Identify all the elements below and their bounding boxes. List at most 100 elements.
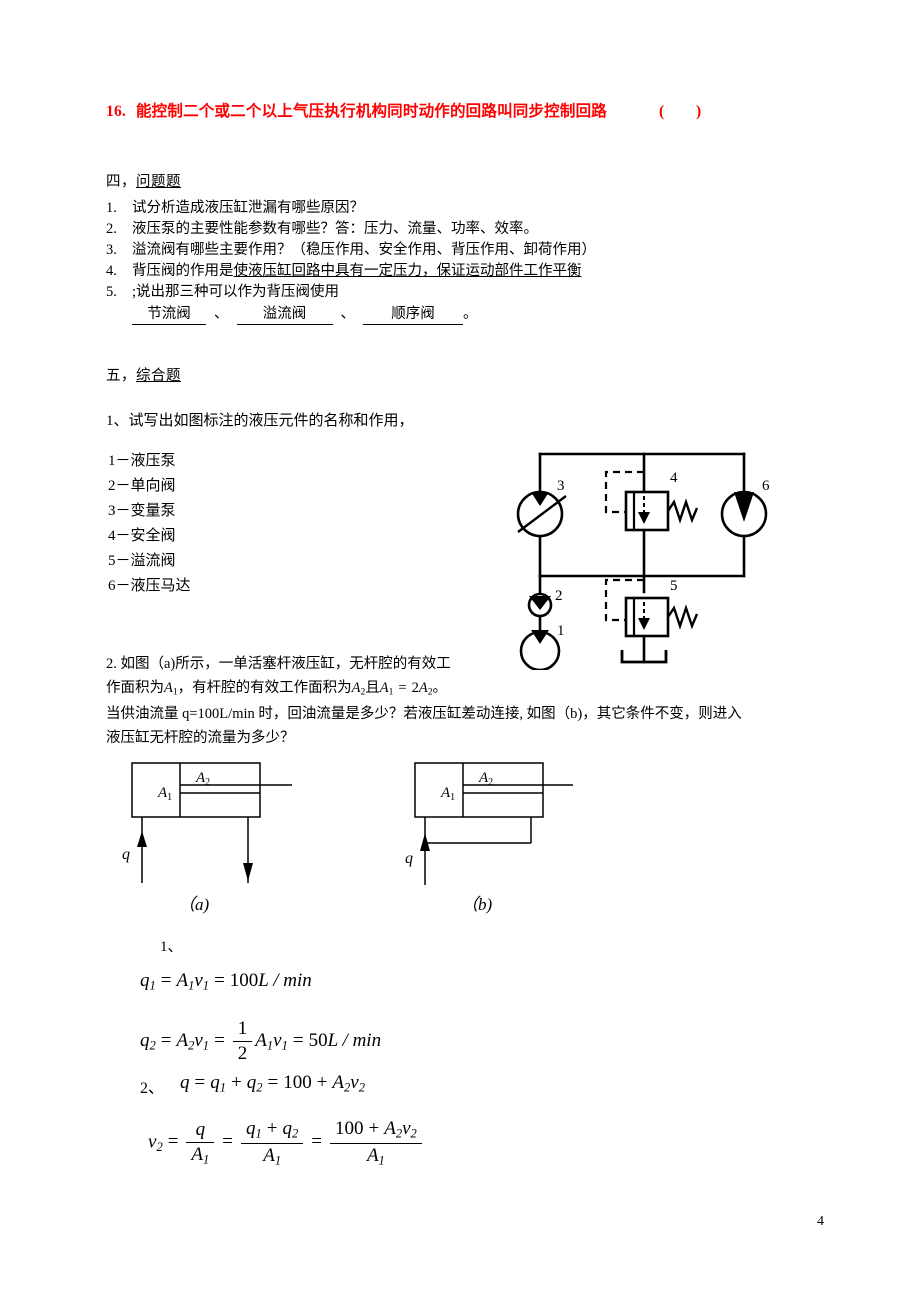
figure-a-q-label: q (122, 846, 130, 863)
eq3-v2: v (350, 1072, 359, 1093)
eq2-A2: A (255, 1029, 267, 1051)
section-4-heading-prefix: 四， (106, 174, 136, 190)
component-legend-item: 5－溢流阀 (108, 553, 176, 569)
p2-l2-d: A (379, 680, 389, 696)
eq3-q: q (180, 1072, 190, 1093)
safety-valve-symbol (604, 470, 699, 532)
eq3-q1: q (210, 1072, 220, 1093)
cylinder-figure-b: A1 A2 q （b) (405, 762, 573, 914)
question-item: 2. 液压泵的主要性能参数有哪些？答：压力、流量、功率、效率。 (106, 220, 604, 239)
p2-l2-eq: = (398, 680, 407, 696)
eq4-f2-q2: q (282, 1118, 293, 1139)
eq3-number: 100 (283, 1072, 312, 1093)
blank-period: 。 (463, 306, 478, 322)
circuit-label-3: 3 (557, 478, 565, 494)
eq4-f1-bot: A1 (186, 1141, 215, 1168)
question-item: 4. 背压阀的作用是使液压缸回路中具有一定压力，保证运动部件工作平衡 (106, 262, 604, 281)
blank-answer-1: 节流阀 (132, 305, 206, 325)
question-item: 3. 溢流阀有哪些主要作用？（稳压作用、安全作用、背压作用、卸荷作用） (106, 241, 604, 260)
question-5-blanks-row: 节流阀 、 溢流阀 、 顺序阀 。 (132, 305, 604, 325)
circuit-label-6: 6 (762, 478, 770, 494)
question-item-number: 4. (106, 263, 117, 279)
question-16-answer-box: ( ) (659, 103, 716, 120)
eq2-fraction-half: 12 (232, 1018, 253, 1065)
question-item-text: 液压泵的主要性能参数有哪些？答：压力、流量、功率、效率。 (132, 221, 538, 237)
circuit-label-1: 1 (557, 623, 565, 639)
solution-step-1-label: 1、 (160, 939, 183, 955)
solution-equation-1: q1 = A1v1 = 100L / min (140, 970, 312, 993)
p2-l2-A1: A (164, 680, 173, 696)
component-legend-item: 2－单向阀 (108, 478, 176, 494)
component-legend-item: 4－安全阀 (108, 528, 176, 544)
eq4-f2-bot-A-sub: 1 (274, 1153, 282, 1167)
p2-l2-A2b: A (418, 680, 428, 696)
eq2-lhs: q (140, 1029, 150, 1051)
circuit-label-5: 5 (670, 578, 678, 594)
problem-1-prompt: 1、试写出如图标注的液压元件的名称和作用， (106, 413, 414, 429)
problem-2-line-4: 液压缸无杆腔的流量为多少？ (106, 730, 295, 746)
blank-separator-1: 、 (214, 306, 229, 322)
cylinder-figure-a: A1 A2 q （a) (122, 762, 292, 914)
eq2-lhs-sub: 2 (149, 1038, 156, 1053)
question-item: 1. 试分析造成液压缸泄漏有哪些原因？ (106, 199, 604, 218)
question-item-number: 2. (106, 221, 117, 237)
document-page: 16. 能控制二个或二个以上气压执行机构同时动作的回路叫同步控制回路 ( ) 四，问… (0, 0, 920, 1302)
eq4-f3-v2: v (402, 1118, 411, 1139)
eq4-f2-q2-sub: 2 (292, 1126, 299, 1141)
eq2-A: A (176, 1029, 189, 1051)
eq4-f1-bot-A: A (191, 1143, 204, 1165)
eq4-fraction-1: q A1 (186, 1118, 215, 1168)
solution-equation-4: v2 = q A1 = q1 + q2 A1 = 100 + A2v2 A1 (148, 1118, 425, 1168)
question-item-text: 溢流阀有哪些主要作用？（稳压作用、安全作用、背压作用、卸荷作用） (132, 242, 596, 258)
solution-step-2-label: 2、 (140, 1080, 165, 1097)
p2-l2-b: ，有杆腔的有效工作面积为 (177, 680, 352, 696)
section-4-heading-title: 问题题 (136, 174, 181, 190)
inlet-arrow-icon (420, 833, 430, 851)
eq3-q1-sub: 1 (219, 1080, 226, 1095)
solution-equation-3: q = q1 + q2 = 100 + A2v2 (180, 1072, 365, 1095)
eq1-lhs-sub: 1 (149, 978, 156, 993)
eq1-result-unit: L / min (258, 970, 312, 991)
p2-l2-a: 作面积为 (106, 680, 164, 696)
p2-l2-A2: A (351, 680, 361, 696)
eq4-fraction-3: 100 + A2v2 A1 (329, 1118, 422, 1169)
question-16-number: 16. (106, 103, 126, 120)
eq2-frac-top: 1 (237, 1018, 248, 1039)
eq4-f1-bot-A-sub: 1 (203, 1152, 210, 1167)
eq3-v2-sub: 2 (358, 1080, 365, 1095)
blank-answer-2: 溢流阀 (236, 305, 333, 325)
blank-separator-2: 、 (340, 306, 356, 322)
eq4-f2-q1: q (246, 1118, 256, 1139)
section-5-heading: 五，综合题 (106, 364, 181, 385)
section-4-heading: 四，问题题 (106, 170, 181, 191)
component-legend-item: 3－变量泵 (108, 503, 176, 519)
eq2-v2: v (273, 1029, 282, 1051)
circuit-label-2: 2 (555, 588, 563, 604)
question-item-number: 1. (106, 200, 117, 216)
eq2-v: v (194, 1029, 203, 1051)
eq4-f2-q1-sub: 1 (255, 1126, 262, 1141)
eq4-lhs-sub: 2 (156, 1139, 163, 1154)
eq1-result-number: 100 (229, 970, 259, 991)
relief-valve-symbol (604, 578, 699, 638)
p2-l2-c: 且 (365, 680, 380, 696)
section-4-question-list: 1. 试分析造成液压缸泄漏有哪些原因？ 2. 液压泵的主要性能参数有哪些？答：压… (106, 199, 604, 327)
outlet-arrow-icon (243, 863, 253, 881)
check-valve-symbol (527, 592, 553, 618)
blank-answer-3: 顺序阀 (363, 305, 463, 325)
problem-2-line-2: 作面积为A1，有杆腔的有效工作面积为A2且A1 = 2A2。 (106, 676, 447, 698)
question-item-number: 3. (106, 242, 117, 258)
question-item-text: ;说出那三种可以作为背压阀使用 (132, 284, 340, 300)
eq2-result-unit: L / min (327, 1029, 382, 1051)
eq2-v-sub: 1 (202, 1038, 210, 1053)
question-16-text: 能控制二个或二个以上气压执行机构同时动作的回路叫同步控制回路 (135, 103, 607, 120)
figure-b-caption: （b) (461, 895, 492, 914)
component-legend-item: 6－液压马达 (108, 578, 191, 594)
eq4-f3-bot: A1 (329, 1142, 422, 1169)
eq4-f1-top: q (195, 1118, 206, 1140)
eq1-lhs: q (140, 970, 150, 991)
eq4-f3-bot-A: A (366, 1144, 379, 1166)
hydraulic-motor-symbol (720, 490, 768, 538)
eq4-f3-A2: A (384, 1118, 396, 1139)
eq1-v: v (194, 970, 203, 991)
